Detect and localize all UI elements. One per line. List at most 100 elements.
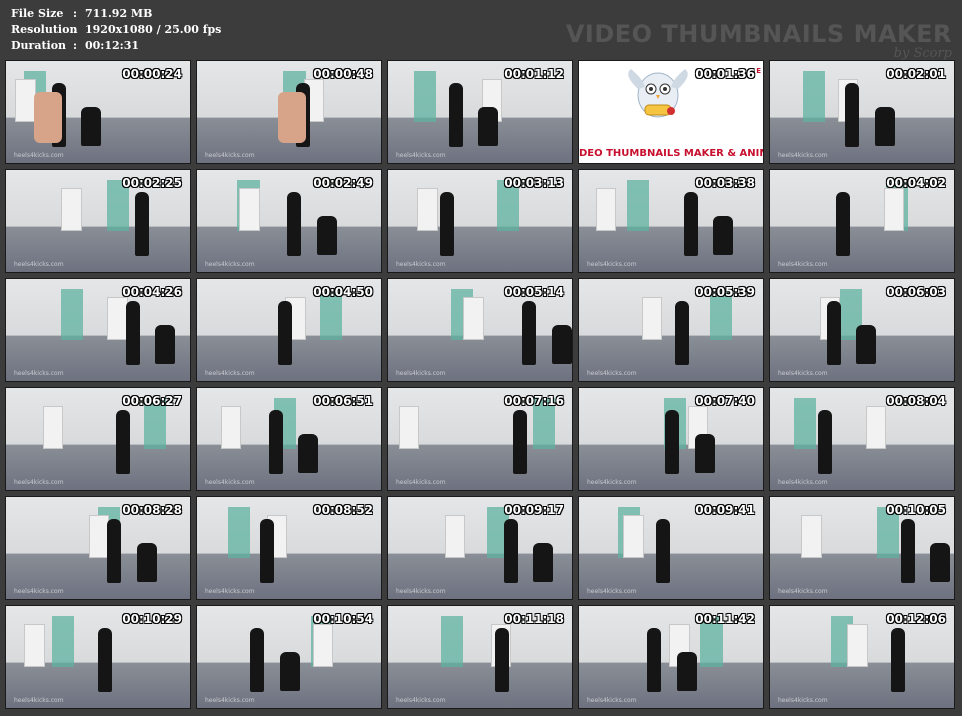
scene-figure <box>277 91 306 143</box>
scene-figure <box>155 324 176 364</box>
scene-wall-panel <box>441 616 464 668</box>
thumbnail-timestamp: 00:00:48 <box>313 67 373 81</box>
thumbnail-watermark: heels4kicks.com <box>205 697 255 704</box>
video-thumbnail[interactable]: heels4kicks.com 00:04:02 <box>769 169 955 273</box>
thumbnail-timestamp: 00:07:40 <box>695 394 755 408</box>
thumbnail-timestamp: 00:04:26 <box>122 285 182 299</box>
video-thumbnail[interactable]: heels4kicks.com 00:06:51 <box>196 387 382 491</box>
thumbnail-watermark: heels4kicks.com <box>587 588 637 595</box>
video-thumbnail[interactable]: heels4kicks.com 00:06:27 <box>5 387 191 491</box>
thumbnail-timestamp: 00:10:29 <box>122 612 182 626</box>
thumbnail-watermark: heels4kicks.com <box>14 588 64 595</box>
video-thumbnail[interactable]: heels4kicks.com 00:08:52 <box>196 496 382 600</box>
video-thumbnail[interactable]: heels4kicks.com 00:02:25 <box>5 169 191 273</box>
scene-figure <box>279 651 300 691</box>
thumbnail-watermark: heels4kicks.com <box>396 370 446 377</box>
thumbnail-timestamp: 00:04:02 <box>886 176 946 190</box>
thumbnail-watermark: heels4kicks.com <box>14 152 64 159</box>
duration-row: Duration : 00:12:31 <box>11 38 221 54</box>
brand-title: VIDEO THUMBNAILS MAKER <box>565 20 952 48</box>
separator: : <box>73 7 78 20</box>
scene-figure <box>116 410 131 474</box>
video-thumbnail[interactable]: heels4kicks.com 00:04:50 <box>196 278 382 382</box>
scene-figure <box>125 301 140 365</box>
scene-wall-panel <box>803 71 826 123</box>
scene-figure <box>250 628 265 692</box>
resolution-label: Resolution <box>11 23 78 36</box>
scene-door <box>399 406 420 450</box>
scene-door <box>595 188 616 232</box>
video-thumbnail[interactable]: heels4kicks.com 00:09:17 <box>387 496 573 600</box>
scene-door <box>239 188 260 232</box>
video-thumbnail[interactable]: heels4kicks.com 00:11:42 <box>578 605 764 709</box>
scene-figure <box>647 628 662 692</box>
thumbnail-watermark: heels4kicks.com <box>778 588 828 595</box>
logo-mark: E <box>756 67 761 75</box>
scene-figure <box>316 215 337 255</box>
scene-figure <box>287 192 302 256</box>
separator: : <box>73 23 78 36</box>
video-thumbnail[interactable]: heels4kicks.com 00:07:16 <box>387 387 573 491</box>
thumbnail-timestamp: 00:07:16 <box>504 394 564 408</box>
scene-figure <box>448 83 463 147</box>
thumbnail-watermark: heels4kicks.com <box>14 479 64 486</box>
scene-figure <box>478 106 499 146</box>
scene-figure <box>665 410 680 474</box>
thumbnail-timestamp: 00:09:17 <box>504 503 564 517</box>
video-thumbnail[interactable]: heels4kicks.com 00:10:54 <box>196 605 382 709</box>
thumbnail-watermark: heels4kicks.com <box>778 479 828 486</box>
scene-door <box>24 624 45 668</box>
thumbnail-watermark: heels4kicks.com <box>14 697 64 704</box>
video-thumbnail[interactable]: heels4kicks.com 00:01:12 <box>387 60 573 164</box>
thumbnail-timestamp: 00:02:01 <box>886 67 946 81</box>
thumbnail-watermark: heels4kicks.com <box>396 697 446 704</box>
video-thumbnail[interactable]: heels4kicks.com 00:09:41 <box>578 496 764 600</box>
thumbnail-watermark: heels4kicks.com <box>587 697 637 704</box>
thumbnail-watermark: heels4kicks.com <box>587 479 637 486</box>
video-thumbnail[interactable]: heels4kicks.com 00:11:18 <box>387 605 573 709</box>
thumbnail-timestamp: 00:10:54 <box>313 612 373 626</box>
scene-figure <box>551 324 572 364</box>
brand-subtitle: by Scorp <box>893 46 952 61</box>
thumbnail-watermark: heels4kicks.com <box>778 261 828 268</box>
thumbnail-watermark: heels4kicks.com <box>14 261 64 268</box>
scene-wall-panel <box>626 180 649 232</box>
video-thumbnail[interactable]: heels4kicks.com 00:05:39 <box>578 278 764 382</box>
video-thumbnail[interactable]: heels4kicks.com 00:00:24 <box>5 60 191 164</box>
thumbnail-timestamp: 00:06:03 <box>886 285 946 299</box>
scene-figure <box>522 301 537 365</box>
video-thumbnail[interactable]: heels4kicks.com 00:00:48 <box>196 60 382 164</box>
brand-watermark: VIDEO THUMBNAILS MAKER by Scorp <box>566 20 952 60</box>
separator: : <box>73 39 78 52</box>
thumbnail-timestamp: 00:11:18 <box>504 612 564 626</box>
video-thumbnail[interactable]: heels4kicks.com 00:12:06 <box>769 605 955 709</box>
video-thumbnail[interactable]: DEO THUMBNAILS MAKER & ANIMAT E 00:01:36 <box>578 60 764 164</box>
video-thumbnail[interactable]: heels4kicks.com 00:08:04 <box>769 387 955 491</box>
scene-door <box>623 515 644 559</box>
scene-figure <box>817 410 832 474</box>
video-thumbnail[interactable]: heels4kicks.com 00:03:13 <box>387 169 573 273</box>
video-thumbnail[interactable]: heels4kicks.com 00:02:49 <box>196 169 382 273</box>
thumbnail-timestamp: 00:05:14 <box>504 285 564 299</box>
video-thumbnail[interactable]: heels4kicks.com 00:10:29 <box>5 605 191 709</box>
scene-door <box>88 515 110 559</box>
thumbnail-timestamp: 00:02:25 <box>122 176 182 190</box>
video-thumbnail[interactable]: heels4kicks.com 00:10:05 <box>769 496 955 600</box>
thumbnail-timestamp: 00:10:05 <box>886 503 946 517</box>
video-thumbnail[interactable]: heels4kicks.com 00:07:40 <box>578 387 764 491</box>
video-thumbnail[interactable]: heels4kicks.com 00:05:14 <box>387 278 573 382</box>
video-thumbnail[interactable]: heels4kicks.com 00:06:03 <box>769 278 955 382</box>
scene-door <box>42 406 64 450</box>
scene-figure <box>891 628 906 692</box>
video-thumbnail[interactable]: heels4kicks.com 00:08:28 <box>5 496 191 600</box>
video-thumbnail[interactable]: heels4kicks.com 00:02:01 <box>769 60 955 164</box>
scene-figure <box>81 106 102 146</box>
file-size-label: File Size <box>11 7 64 20</box>
scene-figure <box>874 106 895 146</box>
thumbnail-watermark: heels4kicks.com <box>396 261 446 268</box>
scene-wall-panel <box>793 398 816 450</box>
scene-door <box>847 624 868 668</box>
scene-figure <box>900 519 915 583</box>
video-thumbnail[interactable]: heels4kicks.com 00:03:38 <box>578 169 764 273</box>
video-thumbnail[interactable]: heels4kicks.com 00:04:26 <box>5 278 191 382</box>
